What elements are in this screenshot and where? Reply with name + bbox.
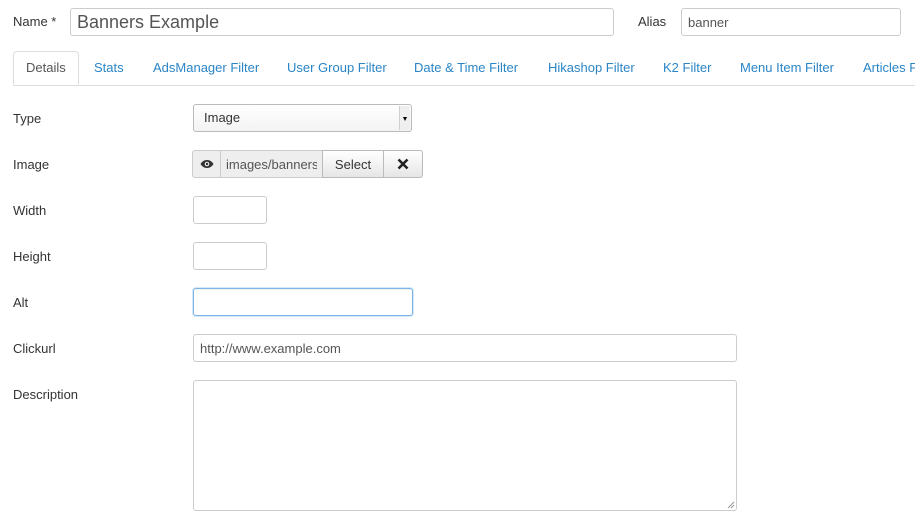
description-textarea[interactable] xyxy=(193,380,737,511)
description-label: Description xyxy=(13,387,79,402)
resize-grip-icon[interactable] xyxy=(727,501,735,509)
tab-hikashop-filter[interactable]: Hikashop Filter xyxy=(548,51,635,85)
name-input[interactable] xyxy=(70,8,614,36)
clickurl-input[interactable] xyxy=(193,334,737,362)
tab-k2-filter[interactable]: K2 Filter xyxy=(663,51,711,85)
height-label: Height xyxy=(13,249,51,264)
tab-user-group-filter[interactable]: User Group Filter xyxy=(287,51,387,85)
tab-menu-item-filter[interactable]: Menu Item Filter xyxy=(740,51,834,85)
alias-label: Alias xyxy=(638,14,667,29)
image-label: Image xyxy=(13,157,50,172)
alt-input[interactable] xyxy=(193,288,413,316)
type-select[interactable]: Image xyxy=(193,104,412,132)
width-label: Width xyxy=(13,203,47,218)
chevron-down-icon xyxy=(399,106,410,130)
width-input[interactable] xyxy=(193,196,267,224)
type-label: Type xyxy=(13,111,42,126)
alias-input[interactable] xyxy=(681,8,901,36)
name-label: Name * xyxy=(13,14,57,29)
tab-stats[interactable]: Stats xyxy=(94,51,124,85)
tab-date-time-filter[interactable]: Date & Time Filter xyxy=(414,51,518,85)
tab-details[interactable]: Details xyxy=(13,51,79,85)
image-preview-button[interactable] xyxy=(192,150,221,178)
tab-articles-filter[interactable]: Articles F xyxy=(863,51,915,85)
type-select-value: Image xyxy=(204,110,241,125)
clear-image-button[interactable] xyxy=(383,150,423,178)
height-input[interactable] xyxy=(193,242,267,270)
tabs-divider xyxy=(13,85,915,86)
eye-icon xyxy=(200,160,213,168)
select-image-button[interactable]: Select xyxy=(322,150,384,178)
clickurl-label: Clickurl xyxy=(13,341,56,356)
alt-label: Alt xyxy=(13,295,29,310)
close-icon xyxy=(397,158,409,170)
tab-adsmanager-filter[interactable]: AdsManager Filter xyxy=(153,51,259,85)
image-path-input[interactable] xyxy=(220,150,323,178)
